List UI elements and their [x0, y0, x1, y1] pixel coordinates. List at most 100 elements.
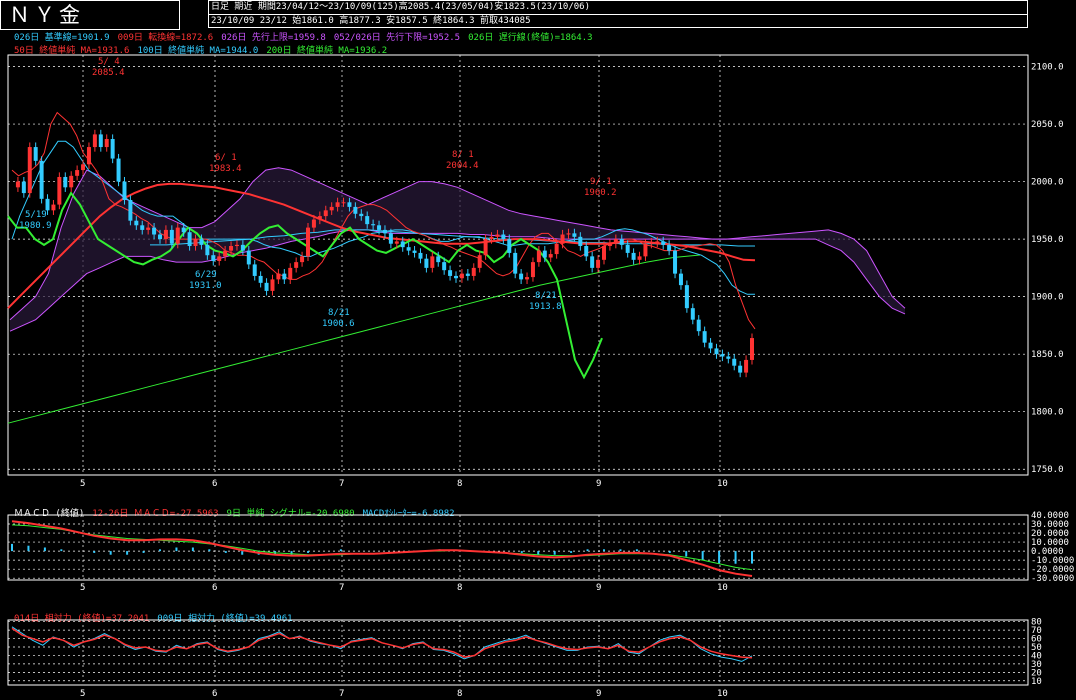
candle-body: [690, 308, 695, 320]
annotation-date: 6/29: [195, 270, 217, 280]
candle-body: [300, 256, 305, 263]
candle-body: [495, 234, 500, 237]
candle-body: [323, 210, 328, 217]
candle-body: [513, 252, 518, 274]
candle-body: [347, 202, 352, 207]
candle-body: [649, 242, 654, 244]
x-tick-label: 5: [80, 479, 85, 489]
rsi14-line: [11, 627, 753, 659]
candle-body: [637, 256, 642, 260]
candle-body: [424, 258, 429, 268]
x-tick-label: 5: [80, 689, 85, 699]
x-tick-label: 5: [80, 583, 85, 593]
candle-body: [175, 227, 180, 244]
candle-body: [525, 277, 530, 280]
candle-body: [661, 241, 666, 245]
candle-body: [519, 273, 524, 280]
x-tick-label: 9: [596, 689, 601, 699]
annotation-date: 8/ 1: [452, 150, 474, 160]
candle-body: [217, 256, 222, 261]
candle-body: [643, 243, 648, 257]
annotation-value: 1900.6: [322, 319, 355, 329]
candle-body: [371, 224, 376, 226]
candle-body: [465, 273, 470, 276]
candle-body: [744, 359, 749, 373]
candle-body: [98, 134, 103, 148]
candle-body: [199, 239, 204, 245]
candle-body: [311, 219, 316, 228]
candle-body: [738, 365, 743, 373]
candle-body: [252, 264, 257, 276]
candle-body: [21, 181, 26, 194]
annotation-value: 2004.4: [446, 161, 479, 171]
candle-body: [270, 279, 275, 291]
candle-body: [406, 247, 411, 251]
candle-body: [39, 160, 44, 199]
candle-body: [448, 270, 453, 276]
candle-body: [388, 233, 393, 244]
candle-body: [732, 358, 737, 366]
candle-body: [169, 229, 174, 244]
panel-frame: [7, 514, 1029, 581]
candle-body: [714, 348, 719, 355]
candle-body: [619, 239, 624, 245]
candle-body: [673, 250, 678, 274]
candle-body: [400, 241, 405, 248]
candle-body: [578, 236, 583, 247]
ma200-line: [7, 254, 701, 424]
candle-body: [720, 354, 725, 357]
x-tick-label: 6: [212, 583, 217, 593]
candle-body: [205, 244, 210, 256]
candle-body: [667, 244, 672, 251]
annotation-value: 1983.4: [209, 164, 242, 174]
candle-body: [477, 255, 482, 268]
panel-frame: [7, 619, 1029, 686]
candle-body: [430, 256, 435, 268]
candle-body: [436, 256, 441, 263]
candle-body: [110, 139, 115, 159]
candle-body: [146, 227, 151, 230]
price-panel: 2100.0 2050.0 2000.0 1950.0 1900.0 1850.0 1800…: [7, 54, 1064, 489]
candle-body: [696, 319, 701, 332]
candle-body: [329, 206, 334, 211]
candle-body: [341, 202, 346, 204]
annotation-date: 9/ 1: [590, 177, 612, 187]
candle-body: [536, 250, 541, 263]
candle-body: [33, 147, 38, 161]
rsi-panel: 80706050403020105 6 7 8 9 10: [7, 618, 1042, 699]
candle-body: [158, 234, 162, 240]
y-tick-label: 10: [1031, 677, 1042, 687]
annotation-value: 1960.2: [584, 188, 617, 198]
candle-body: [566, 233, 571, 235]
candle-body: [27, 147, 32, 194]
candle-body: [607, 243, 612, 247]
candle-body: [187, 232, 192, 247]
candle-body: [140, 225, 145, 230]
macd-signal-line: [11, 524, 753, 571]
x-tick-label: 9: [596, 583, 601, 593]
candle-body: [75, 170, 80, 176]
candle-body: [394, 241, 399, 244]
y-tick-label: 2100.0: [1031, 63, 1064, 73]
candle-body: [489, 236, 494, 240]
candle-body: [211, 255, 216, 261]
candle-body: [684, 285, 689, 309]
x-tick-label: 10: [717, 689, 728, 699]
x-tick-label: 8: [457, 689, 462, 699]
candle-body: [116, 158, 121, 182]
candle-body: [69, 175, 74, 188]
macd-line: [11, 520, 753, 577]
y-tick-label: 1950.0: [1031, 235, 1064, 245]
y-tick-label: 2000.0: [1031, 178, 1064, 188]
x-tick-label: 8: [457, 479, 462, 489]
candle-body: [51, 204, 56, 211]
candle-body: [471, 267, 476, 276]
candle-body: [572, 233, 577, 237]
candle-body: [86, 147, 91, 165]
candle-body: [365, 216, 370, 225]
x-tick-label: 8: [457, 583, 462, 593]
candle-body: [288, 267, 293, 280]
candle-body: [678, 273, 683, 286]
macd-panel: 40.000030.000020.000010.00000.0000-10.00…: [7, 511, 1074, 593]
x-tick-label: 9: [596, 479, 601, 489]
